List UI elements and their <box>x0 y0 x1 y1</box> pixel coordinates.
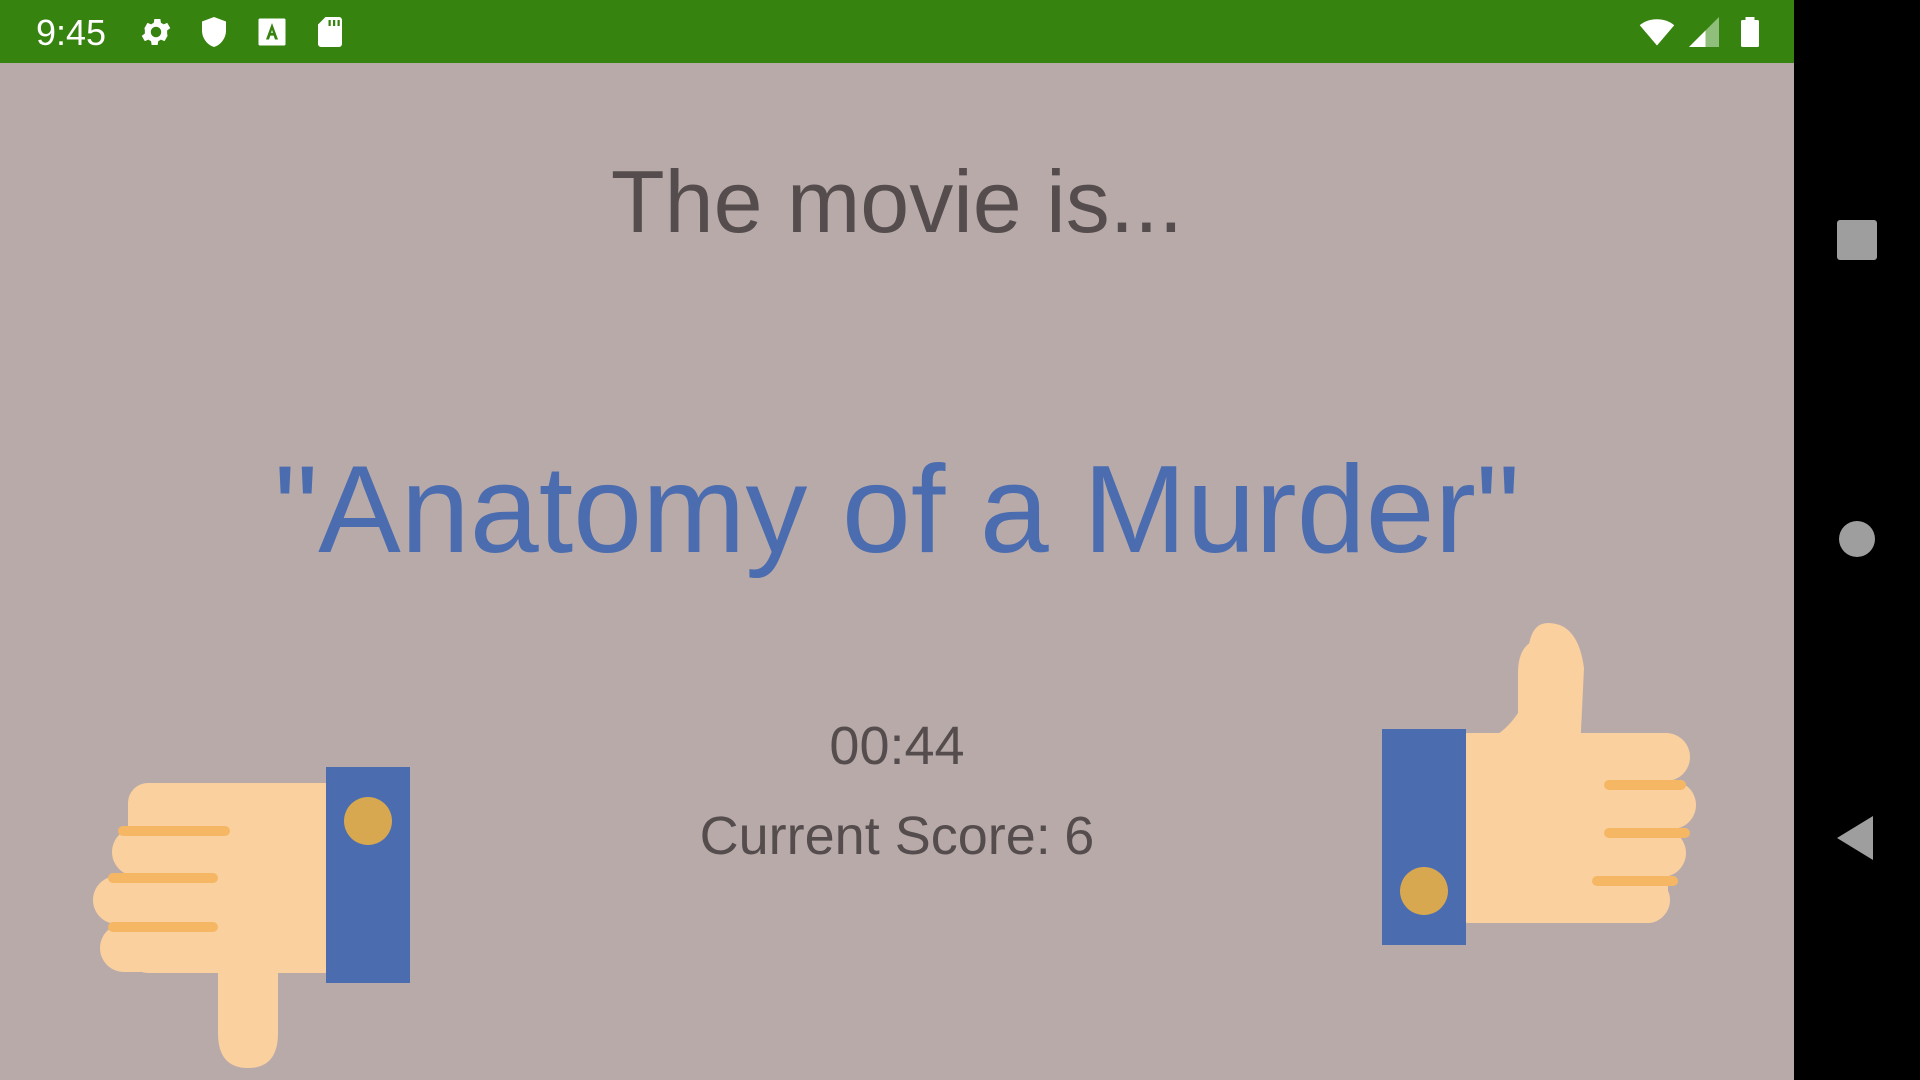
recents-button[interactable] <box>1827 210 1887 270</box>
status-bar: 9:45 <box>0 0 1794 63</box>
battery-icon <box>1732 14 1768 50</box>
a-box-icon <box>254 14 290 50</box>
thumbs-up-icon <box>1382 623 1696 945</box>
back-triangle-icon <box>1837 816 1873 860</box>
home-button[interactable] <box>1827 509 1887 569</box>
cell-signal-icon <box>1686 14 1722 50</box>
thumbs-down-button[interactable] <box>88 703 418 1080</box>
home-circle-icon <box>1839 521 1875 557</box>
status-time: 9:45 <box>36 12 107 53</box>
game-screen: The movie is... "Anatomy of a Murder" 00… <box>0 63 1794 1080</box>
wifi-icon <box>1636 14 1678 50</box>
back-button[interactable] <box>1827 808 1887 868</box>
recents-square-icon <box>1837 220 1877 260</box>
navigation-bar <box>1794 0 1920 1080</box>
thumbs-up-button[interactable] <box>1378 593 1708 1003</box>
device-screen: 9:45 The movie is... "Anatomy of a Murde… <box>0 0 1920 1080</box>
thumbs-down-icon <box>93 767 410 1068</box>
score-label: Current Score: <box>699 806 1051 866</box>
headline: The movie is... <box>610 152 1184 251</box>
movie-title: "Anatomy of a Murder" <box>274 441 1520 579</box>
sd-card-icon <box>312 14 348 50</box>
score-value: 6 <box>1064 806 1095 866</box>
shield-icon <box>196 14 232 50</box>
gear-icon <box>138 14 174 50</box>
